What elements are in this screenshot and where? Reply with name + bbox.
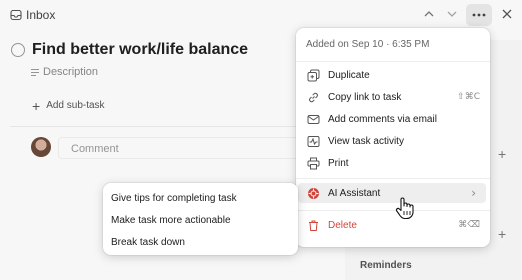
chevron-right-icon: › — [471, 186, 476, 200]
print-menu-item[interactable]: Print — [306, 153, 482, 173]
ai-assistant-menu-item[interactable]: AI Assistant › — [298, 183, 486, 203]
task-more-menu: Added on Sep 10 · 6:35 PM Duplicate Copy… — [296, 28, 490, 247]
duplicate-label: Duplicate — [328, 69, 370, 81]
copy-link-shortcut: ⇧⌘C — [457, 92, 480, 102]
email-comments-menu-item[interactable]: Add comments via email — [306, 109, 482, 129]
menu-divider — [296, 61, 490, 62]
submenu-item-break-down[interactable]: Break task down — [111, 237, 185, 248]
ai-assistant-submenu: Give tips for completing task Make task … — [103, 183, 298, 255]
added-date: Added on Sep 10 · 6:35 PM — [306, 39, 430, 50]
print-label: Print — [328, 157, 349, 169]
submenu-item-tips[interactable]: Give tips for completing task — [111, 193, 237, 204]
email-comments-label: Add comments via email — [328, 113, 437, 125]
menu-divider — [296, 178, 490, 179]
activity-icon — [306, 134, 320, 148]
duplicate-menu-item[interactable]: Duplicate — [306, 65, 482, 85]
copy-link-menu-item[interactable]: Copy link to task ⇧⌘C — [306, 87, 482, 107]
delete-shortcut: ⌘⌫ — [458, 220, 480, 230]
task-activity-label: View task activity — [328, 135, 404, 147]
ai-assistant-icon — [306, 186, 320, 200]
link-icon — [306, 90, 320, 104]
ai-assistant-label: AI Assistant — [328, 187, 381, 199]
trash-icon — [306, 218, 320, 232]
copy-link-label: Copy link to task — [328, 91, 402, 103]
email-icon — [306, 112, 320, 126]
print-icon — [306, 156, 320, 170]
hand-cursor-icon — [395, 197, 414, 220]
duplicate-icon — [306, 68, 320, 82]
delete-label: Delete — [328, 219, 357, 231]
task-activity-menu-item[interactable]: View task activity — [306, 131, 482, 151]
submenu-item-actionable[interactable]: Make task more actionable — [111, 215, 231, 226]
menu-divider — [296, 210, 490, 211]
